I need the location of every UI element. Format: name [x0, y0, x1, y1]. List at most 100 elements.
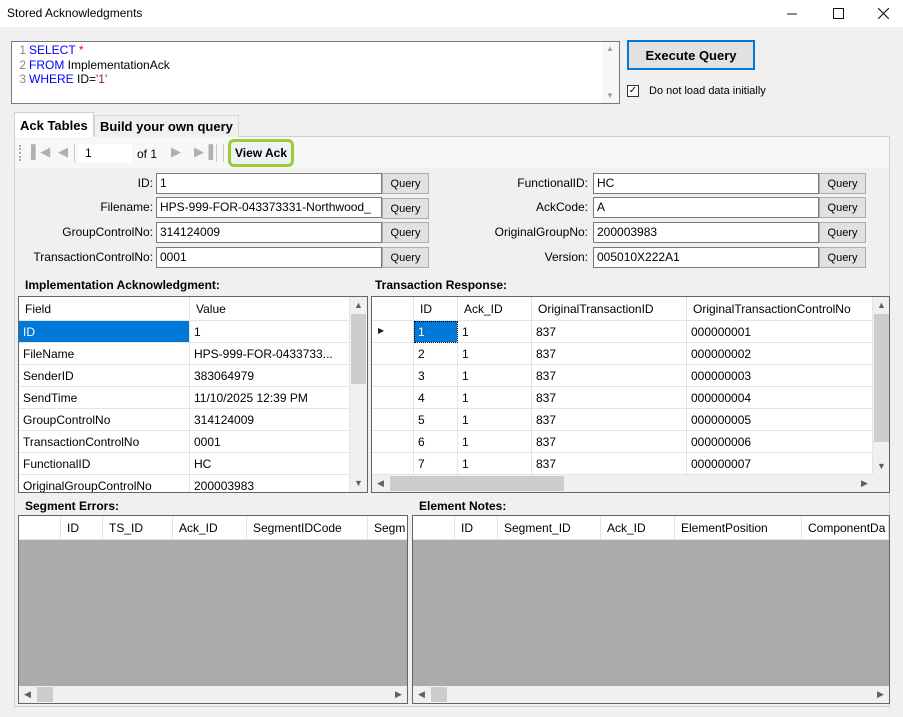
filename-query-button[interactable]: Query: [382, 198, 429, 219]
impl-ack-value-cell[interactable]: 0001: [190, 431, 350, 453]
groupcontrolno-field[interactable]: 314124009: [156, 222, 382, 243]
move-first-icon[interactable]: ▌◀: [31, 145, 50, 159]
scroll-up-icon[interactable]: ▲: [350, 297, 367, 314]
scroll-up-icon[interactable]: ▲: [873, 297, 889, 314]
transaction-id-cell[interactable]: 4: [414, 387, 458, 409]
transaction-id-cell[interactable]: 6: [414, 431, 458, 453]
transaction-original-transaction-id-cell[interactable]: 837: [532, 431, 687, 453]
impl-ack-field-cell[interactable]: FileName: [19, 343, 190, 365]
impl-ack-grid[interactable]: Field Value ID 1 FileName HPS-999-FOR-04337…: [18, 296, 368, 493]
transaction-response-grid[interactable]: ID Ack_ID OriginalTransactionID Original…: [371, 296, 890, 493]
row-header[interactable]: ▶: [372, 321, 414, 343]
impl-ack-field-cell[interactable]: FunctionalID: [19, 453, 190, 475]
column-header-component-data[interactable]: ComponentDa: [802, 516, 889, 540]
position-input[interactable]: 1: [78, 144, 132, 163]
transaction-original-transaction-control-no-cell[interactable]: 000000006: [687, 431, 873, 453]
impl-ack-field-cell[interactable]: SenderID: [19, 365, 190, 387]
move-previous-icon[interactable]: ◀: [58, 145, 68, 159]
transaction-id-cell[interactable]: 2: [414, 343, 458, 365]
transaction-original-transaction-id-cell[interactable]: 837: [532, 365, 687, 387]
transaction-ack-id-cell[interactable]: 1: [458, 409, 532, 431]
transaction-original-transaction-id-cell[interactable]: 837: [532, 453, 687, 475]
version-query-button[interactable]: Query: [819, 247, 866, 268]
impl-ack-value-cell[interactable]: 383064979: [190, 365, 350, 387]
impl-ack-value-cell[interactable]: 1: [190, 321, 350, 343]
column-header-original-transaction-control-no[interactable]: OriginalTransactionControlNo: [687, 297, 873, 321]
tab-ack-tables[interactable]: Ack Tables: [14, 112, 94, 137]
column-header-original-transaction-id[interactable]: OriginalTransactionID: [532, 297, 687, 321]
transaction-original-transaction-id-cell[interactable]: 837: [532, 409, 687, 431]
sql-query-editor[interactable]: 1 SELECT * 2 FROM ImplementationAck 3 WHERE…: [11, 41, 620, 104]
impl-ack-value-cell[interactable]: 11/10/2025 12:39 PM: [190, 387, 350, 409]
move-next-icon[interactable]: ▶: [171, 145, 181, 159]
impl-ack-vertical-scrollbar[interactable]: ▲ ▼: [350, 297, 367, 492]
transactioncontrolno-query-button[interactable]: Query: [382, 247, 429, 268]
version-field[interactable]: 005010X222A1: [593, 247, 819, 268]
originalgroupno-field[interactable]: 200003983: [593, 222, 819, 243]
column-header-ts-id[interactable]: TS_ID: [103, 516, 173, 540]
transaction-original-transaction-control-no-cell[interactable]: 000000004: [687, 387, 873, 409]
scroll-left-icon[interactable]: ◀: [372, 475, 389, 492]
segment-errors-grid[interactable]: ID TS_ID Ack_ID SegmentIDCode Segm ◀ ▶: [18, 515, 408, 704]
transaction-original-transaction-id-cell[interactable]: 837: [532, 343, 687, 365]
filename-field[interactable]: HPS-999-FOR-043373331-Northwood_: [156, 197, 382, 218]
do-not-load-checkbox[interactable]: ✓: [627, 85, 639, 97]
column-header-element-position[interactable]: ElementPosition: [675, 516, 802, 540]
scroll-left-icon[interactable]: ◀: [19, 686, 36, 703]
groupcontrolno-query-button[interactable]: Query: [382, 222, 429, 243]
ackcode-query-button[interactable]: Query: [819, 197, 866, 218]
impl-ack-value-cell[interactable]: 314124009: [190, 409, 350, 431]
row-header[interactable]: [372, 343, 414, 365]
scroll-right-icon[interactable]: ▶: [390, 686, 407, 703]
column-header-segment-id-code[interactable]: SegmentIDCode: [247, 516, 368, 540]
column-header-id[interactable]: ID: [414, 297, 458, 321]
transactioncontrolno-field[interactable]: 0001: [156, 247, 382, 268]
maximize-button[interactable]: [815, 0, 861, 27]
row-header[interactable]: [372, 453, 414, 475]
scroll-up-icon[interactable]: ▲: [606, 44, 614, 53]
row-header[interactable]: [372, 431, 414, 453]
minimize-button[interactable]: [769, 0, 815, 27]
scroll-thumb[interactable]: [351, 314, 366, 384]
transaction-original-transaction-id-cell[interactable]: 837: [532, 321, 687, 343]
column-header-ack-id[interactable]: Ack_ID: [601, 516, 675, 540]
transaction-original-transaction-control-no-cell[interactable]: 000000001: [687, 321, 873, 343]
row-header[interactable]: [372, 365, 414, 387]
impl-ack-field-cell[interactable]: SendTime: [19, 387, 190, 409]
close-button[interactable]: [860, 0, 903, 27]
transaction-original-transaction-control-no-cell[interactable]: 000000003: [687, 365, 873, 387]
impl-ack-value-cell[interactable]: HC: [190, 453, 350, 475]
column-header-id[interactable]: ID: [455, 516, 498, 540]
impl-ack-field-cell[interactable]: GroupControlNo: [19, 409, 190, 431]
scroll-right-icon[interactable]: ▶: [872, 686, 889, 703]
scroll-down-icon[interactable]: ▼: [873, 458, 889, 475]
transaction-response-vertical-scrollbar[interactable]: ▲ ▼: [873, 297, 889, 475]
id-field[interactable]: 1: [156, 173, 382, 194]
transaction-ack-id-cell[interactable]: 1: [458, 431, 532, 453]
column-header-segment-id[interactable]: Segment_ID: [498, 516, 601, 540]
sql-vertical-scrollbar[interactable]: ▲ ▼: [602, 42, 619, 103]
element-notes-horizontal-scrollbar[interactable]: ◀ ▶: [413, 686, 889, 703]
scroll-down-icon[interactable]: ▼: [350, 475, 367, 492]
transaction-ack-id-cell[interactable]: 1: [458, 343, 532, 365]
transaction-response-horizontal-scrollbar[interactable]: ◀ ▶: [372, 475, 873, 492]
functionalid-query-button[interactable]: Query: [819, 173, 866, 194]
scroll-thumb[interactable]: [431, 687, 447, 702]
transaction-original-transaction-control-no-cell[interactable]: 000000005: [687, 409, 873, 431]
transaction-id-cell[interactable]: 7: [414, 453, 458, 475]
originalgroupno-query-button[interactable]: Query: [819, 222, 866, 243]
transaction-id-cell[interactable]: 3: [414, 365, 458, 387]
ackcode-field[interactable]: A: [593, 197, 819, 218]
scroll-thumb[interactable]: [390, 476, 564, 491]
segment-errors-horizontal-scrollbar[interactable]: ◀ ▶: [19, 686, 407, 703]
functionalid-field[interactable]: HC: [593, 173, 819, 194]
scroll-right-icon[interactable]: ▶: [856, 475, 873, 492]
move-last-icon[interactable]: ▶▐: [194, 145, 213, 159]
scroll-thumb[interactable]: [37, 687, 53, 702]
tab-build-your-own-query[interactable]: Build your own query: [94, 115, 239, 137]
view-ack-button[interactable]: View Ack: [228, 139, 294, 167]
column-header-ack-id[interactable]: Ack_ID: [458, 297, 532, 321]
row-header[interactable]: [372, 409, 414, 431]
column-header-segment-position[interactable]: Segm: [368, 516, 407, 540]
element-notes-grid[interactable]: ID Segment_ID Ack_ID ElementPosition Com…: [412, 515, 890, 704]
